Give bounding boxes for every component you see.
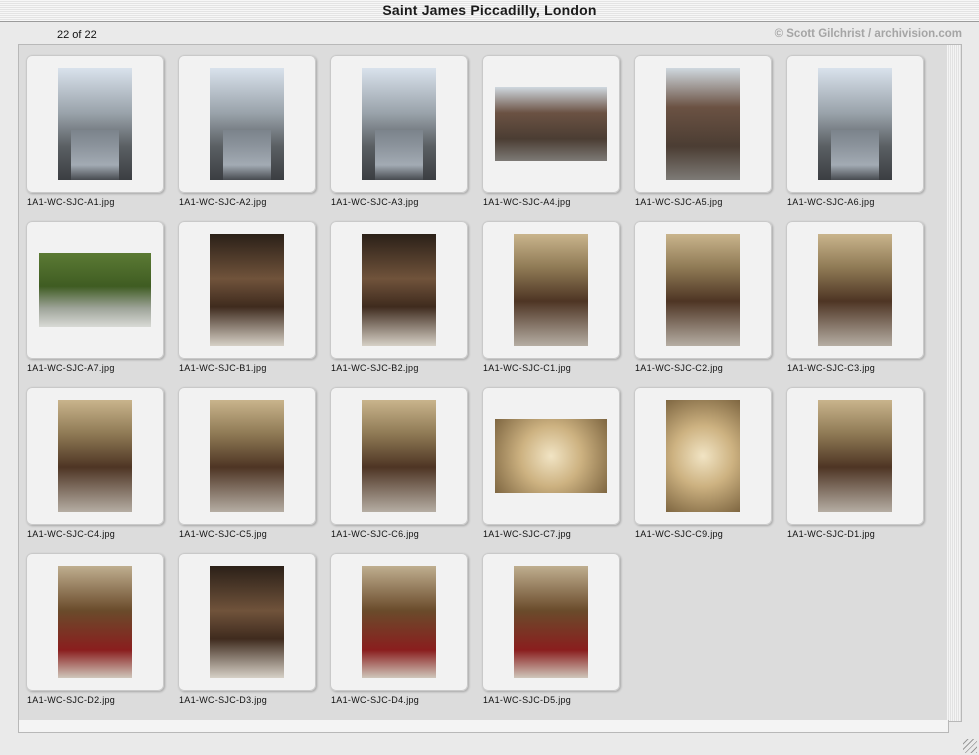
resize-grip-icon[interactable] [963, 739, 977, 753]
thumbnail-item[interactable]: 1A1-WC-SJC-A6.jpg [779, 45, 929, 207]
thumbnail-filename: 1A1-WC-SJC-C5.jpg [179, 529, 268, 539]
thumbnail-item[interactable]: 1A1-WC-SJC-C2.jpg [627, 211, 777, 373]
thumbnail-filename: 1A1-WC-SJC-A7.jpg [27, 363, 115, 373]
thumbnail-image[interactable] [362, 400, 436, 512]
thumbnail-frame[interactable] [482, 553, 620, 691]
thumbnail-item[interactable]: 1A1-WC-SJC-D5.jpg [475, 543, 625, 705]
thumbnail-image[interactable] [362, 234, 436, 346]
thumbnail-frame[interactable] [330, 221, 468, 359]
thumbnail-item[interactable]: 1A1-WC-SJC-A4.jpg [475, 45, 625, 207]
info-bar: 22 of 22 © Scott Gilchrist / archivision… [0, 22, 979, 46]
image-count: 22 of 22 [57, 29, 97, 41]
thumbnail-filename: 1A1-WC-SJC-C4.jpg [27, 529, 116, 539]
thumbnail-item[interactable]: 1A1-WC-SJC-C3.jpg [779, 211, 929, 373]
thumbnail-frame[interactable] [786, 221, 924, 359]
window-title: Saint James Piccadilly, London [382, 2, 597, 18]
thumbnail-filename: 1A1-WC-SJC-D4.jpg [331, 695, 420, 705]
thumbnail-filename: 1A1-WC-SJC-C1.jpg [483, 363, 572, 373]
thumbnail-filename: 1A1-WC-SJC-A4.jpg [483, 197, 571, 207]
thumbnail-filename: 1A1-WC-SJC-C9.jpg [635, 529, 724, 539]
thumbnail-item[interactable]: 1A1-WC-SJC-B2.jpg [323, 211, 473, 373]
vertical-scrollbar[interactable] [947, 44, 962, 722]
thumbnail-frame[interactable] [26, 387, 164, 525]
thumbnail-frame[interactable] [26, 553, 164, 691]
thumbnail-frame[interactable] [330, 387, 468, 525]
thumbnail-item[interactable]: 1A1-WC-SJC-C6.jpg [323, 377, 473, 539]
title-bar[interactable]: Saint James Piccadilly, London [0, 0, 979, 22]
thumbnail-frame[interactable] [26, 55, 164, 193]
thumbnail-frame[interactable] [330, 55, 468, 193]
thumbnail-frame[interactable] [786, 55, 924, 193]
thumbnail-frame[interactable] [178, 221, 316, 359]
thumbnail-filename: 1A1-WC-SJC-C6.jpg [331, 529, 420, 539]
thumbnail-item[interactable]: 1A1-WC-SJC-C1.jpg [475, 211, 625, 373]
thumbnail-grid: 1A1-WC-SJC-A1.jpg 1A1-WC-SJC-A2.jpg 1A1-WC… [18, 44, 949, 722]
thumbnail-image[interactable] [210, 566, 284, 678]
thumbnail-item[interactable]: 1A1-WC-SJC-C7.jpg [475, 377, 625, 539]
thumbnail-filename: 1A1-WC-SJC-C2.jpg [635, 363, 724, 373]
thumbnail-filename: 1A1-WC-SJC-D2.jpg [27, 695, 116, 705]
thumbnail-frame[interactable] [482, 387, 620, 525]
thumbnail-item[interactable]: 1A1-WC-SJC-D2.jpg [19, 543, 169, 705]
thumbnail-item[interactable]: 1A1-WC-SJC-A2.jpg [171, 45, 321, 207]
thumbnail-filename: 1A1-WC-SJC-A1.jpg [27, 197, 115, 207]
thumbnail-image[interactable] [818, 400, 892, 512]
thumbnail-filename: 1A1-WC-SJC-B1.jpg [179, 363, 267, 373]
thumbnail-image[interactable] [514, 566, 588, 678]
thumbnail-filename: 1A1-WC-SJC-D3.jpg [179, 695, 268, 705]
thumbnail-item[interactable]: 1A1-WC-SJC-C5.jpg [171, 377, 321, 539]
thumbnail-image[interactable] [666, 400, 740, 512]
thumbnail-image[interactable] [362, 566, 436, 678]
thumbnail-filename: 1A1-WC-SJC-D5.jpg [483, 695, 572, 705]
thumbnail-frame[interactable] [634, 221, 772, 359]
thumbnail-image[interactable] [514, 234, 588, 346]
thumbnail-item[interactable]: 1A1-WC-SJC-D3.jpg [171, 543, 321, 705]
thumbnail-image[interactable] [818, 234, 892, 346]
thumbnail-frame[interactable] [178, 55, 316, 193]
thumbnail-image[interactable] [58, 68, 132, 180]
horizontal-scrollbar[interactable] [18, 720, 949, 733]
thumbnail-item[interactable]: 1A1-WC-SJC-C9.jpg [627, 377, 777, 539]
thumbnail-frame[interactable] [482, 55, 620, 193]
thumbnail-image[interactable] [210, 68, 284, 180]
thumbnail-frame[interactable] [178, 387, 316, 525]
thumbnail-item[interactable]: 1A1-WC-SJC-C4.jpg [19, 377, 169, 539]
copyright-credit: © Scott Gilchrist / archivision.com [774, 28, 962, 40]
thumbnail-filename: 1A1-WC-SJC-A3.jpg [331, 197, 419, 207]
thumbnail-image[interactable] [58, 400, 132, 512]
thumbnail-frame[interactable] [330, 553, 468, 691]
thumbnail-item[interactable]: 1A1-WC-SJC-A1.jpg [19, 45, 169, 207]
thumbnail-filename: 1A1-WC-SJC-D1.jpg [787, 529, 876, 539]
thumbnail-filename: 1A1-WC-SJC-C7.jpg [483, 529, 572, 539]
thumbnail-filename: 1A1-WC-SJC-A6.jpg [787, 197, 875, 207]
thumbnail-item[interactable]: 1A1-WC-SJC-B1.jpg [171, 211, 321, 373]
thumbnail-frame[interactable] [786, 387, 924, 525]
thumbnail-image[interactable] [495, 87, 607, 161]
thumbnail-filename: 1A1-WC-SJC-C3.jpg [787, 363, 876, 373]
thumbnail-image[interactable] [210, 234, 284, 346]
browser-window: Saint James Piccadilly, London 22 of 22 … [0, 0, 979, 755]
thumbnail-frame[interactable] [26, 221, 164, 359]
thumbnail-frame[interactable] [634, 55, 772, 193]
thumbnail-item[interactable]: 1A1-WC-SJC-D4.jpg [323, 543, 473, 705]
thumbnail-image[interactable] [39, 253, 151, 327]
thumbnail-image[interactable] [362, 68, 436, 180]
thumbnail-frame[interactable] [482, 221, 620, 359]
thumbnail-image[interactable] [58, 566, 132, 678]
thumbnail-item[interactable]: 1A1-WC-SJC-A3.jpg [323, 45, 473, 207]
thumbnail-image[interactable] [666, 68, 740, 180]
thumbnail-filename: 1A1-WC-SJC-B2.jpg [331, 363, 419, 373]
thumbnail-image[interactable] [818, 68, 892, 180]
thumbnail-item[interactable]: 1A1-WC-SJC-A7.jpg [19, 211, 169, 373]
thumbnail-image[interactable] [210, 400, 284, 512]
thumbnail-filename: 1A1-WC-SJC-A2.jpg [179, 197, 267, 207]
thumbnail-image[interactable] [666, 234, 740, 346]
thumbnail-item[interactable]: 1A1-WC-SJC-D1.jpg [779, 377, 929, 539]
thumbnail-item[interactable]: 1A1-WC-SJC-A5.jpg [627, 45, 777, 207]
thumbnail-image[interactable] [495, 419, 607, 493]
thumbnail-frame[interactable] [178, 553, 316, 691]
thumbnail-filename: 1A1-WC-SJC-A5.jpg [635, 197, 723, 207]
thumbnail-frame[interactable] [634, 387, 772, 525]
